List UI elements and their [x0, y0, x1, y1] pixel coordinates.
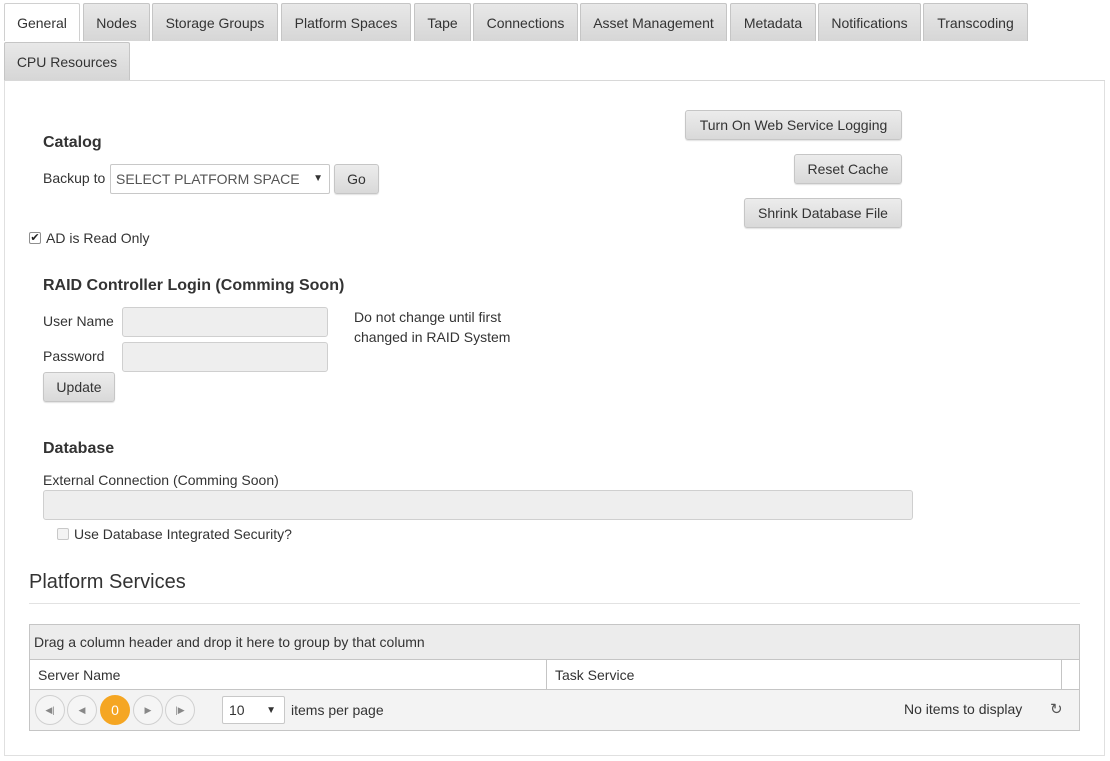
go-button[interactable]: Go — [334, 164, 379, 194]
prev-page-icon: ◀ — [78, 704, 86, 715]
platform-space-select[interactable]: SELECT PLATFORM SPACE ▼ — [110, 164, 330, 194]
last-page-icon: |▶ — [175, 704, 185, 715]
tab-label: Asset Management — [593, 14, 714, 31]
external-connection-label: External Connection (Comming Soon) — [43, 472, 279, 488]
column-label: Task Service — [555, 667, 635, 683]
next-page-icon: ▶ — [144, 704, 152, 715]
username-input[interactable] — [122, 307, 328, 337]
items-per-page-label: items per page — [291, 702, 384, 718]
tab-label: General — [17, 14, 67, 31]
tab-tape[interactable]: Tape — [414, 3, 471, 41]
current-page-number: 0 — [111, 702, 119, 718]
password-label: Password — [43, 348, 105, 364]
no-items-label: No items to display — [904, 701, 1023, 717]
tab-asset-management[interactable]: Asset Management — [580, 3, 727, 41]
section-divider — [29, 603, 1080, 604]
tab-transcoding[interactable]: Transcoding — [923, 3, 1028, 41]
ad-read-only-label: AD is Read Only — [46, 230, 150, 246]
tab-notifications[interactable]: Notifications — [818, 3, 921, 41]
first-page-button[interactable]: ◀| — [35, 695, 65, 725]
web-service-logging-button[interactable]: Turn On Web Service Logging — [685, 110, 902, 140]
dropdown-caret-icon: ▼ — [266, 705, 276, 716]
platform-services-title: Platform Services — [29, 571, 186, 593]
column-label: Server Name — [38, 667, 121, 683]
tab-label: Nodes — [96, 14, 137, 31]
group-drop-area[interactable]: Drag a column header and drop it here to… — [30, 625, 1079, 660]
last-page-button[interactable]: |▶ — [165, 695, 195, 725]
raid-note: Do not change until first changed in RAI… — [354, 309, 511, 345]
catalog-title: Catalog — [43, 134, 102, 151]
ad-read-only-checkbox[interactable]: ✔ — [29, 232, 41, 244]
tab-nodes[interactable]: Nodes — [83, 3, 150, 41]
backup-to-label: Backup to — [43, 170, 106, 186]
column-task-service[interactable]: Task Service — [547, 660, 1062, 690]
integrated-security-label: Use Database Integrated Security? — [74, 526, 292, 542]
platform-space-select-value: SELECT PLATFORM SPACE — [116, 171, 300, 187]
tab-platform-spaces[interactable]: Platform Spaces — [281, 3, 411, 41]
refresh-icon[interactable]: ↻ — [1050, 700, 1063, 718]
shrink-database-button[interactable]: Shrink Database File — [744, 198, 902, 228]
tab-label: Platform Spaces — [294, 14, 398, 31]
tab-label: Tape — [427, 14, 458, 31]
tab-label: Notifications — [831, 14, 908, 31]
username-label: User Name — [43, 313, 114, 329]
reset-cache-button[interactable]: Reset Cache — [794, 154, 902, 184]
prev-page-button[interactable]: ◀ — [67, 695, 97, 725]
tab-label: Storage Groups — [165, 14, 265, 31]
page-size-value: 10 — [229, 702, 245, 718]
raid-title: RAID Controller Login (Comming Soon) — [43, 277, 345, 294]
grid-pager: ◀| ◀ 0 ▶ |▶ 10 ▼ items per page No items… — [30, 690, 1079, 730]
tab-cpu-resources[interactable]: CPU Resources — [4, 42, 130, 80]
tab-connections[interactable]: Connections — [473, 3, 578, 41]
group-hint: Drag a column header and drop it here to… — [34, 634, 425, 650]
grid-header: Server Name Task Service — [30, 660, 1079, 690]
column-server-name[interactable]: Server Name — [30, 660, 547, 690]
checkmark-icon: ✔ — [30, 232, 40, 244]
tab-label: Connections — [486, 14, 565, 31]
dropdown-caret-icon: ▼ — [313, 173, 323, 184]
current-page[interactable]: 0 — [100, 695, 130, 725]
tab-general[interactable]: General — [4, 3, 80, 41]
database-title: Database — [43, 440, 115, 457]
tab-label: Transcoding — [937, 14, 1014, 31]
page-size-select[interactable]: 10 ▼ — [222, 696, 285, 724]
integrated-security-checkbox[interactable] — [57, 528, 69, 540]
update-button[interactable]: Update — [43, 372, 115, 402]
first-page-icon: ◀| — [45, 704, 55, 715]
password-input[interactable] — [122, 342, 328, 372]
next-page-button[interactable]: ▶ — [133, 695, 163, 725]
tab-storage-groups[interactable]: Storage Groups — [152, 3, 278, 41]
external-connection-input[interactable] — [43, 490, 913, 520]
platform-services-grid: Drag a column header and drop it here to… — [29, 624, 1080, 731]
tab-metadata[interactable]: Metadata — [730, 3, 816, 41]
tab-label: Metadata — [743, 14, 803, 31]
tab-label: CPU Resources — [16, 53, 118, 70]
